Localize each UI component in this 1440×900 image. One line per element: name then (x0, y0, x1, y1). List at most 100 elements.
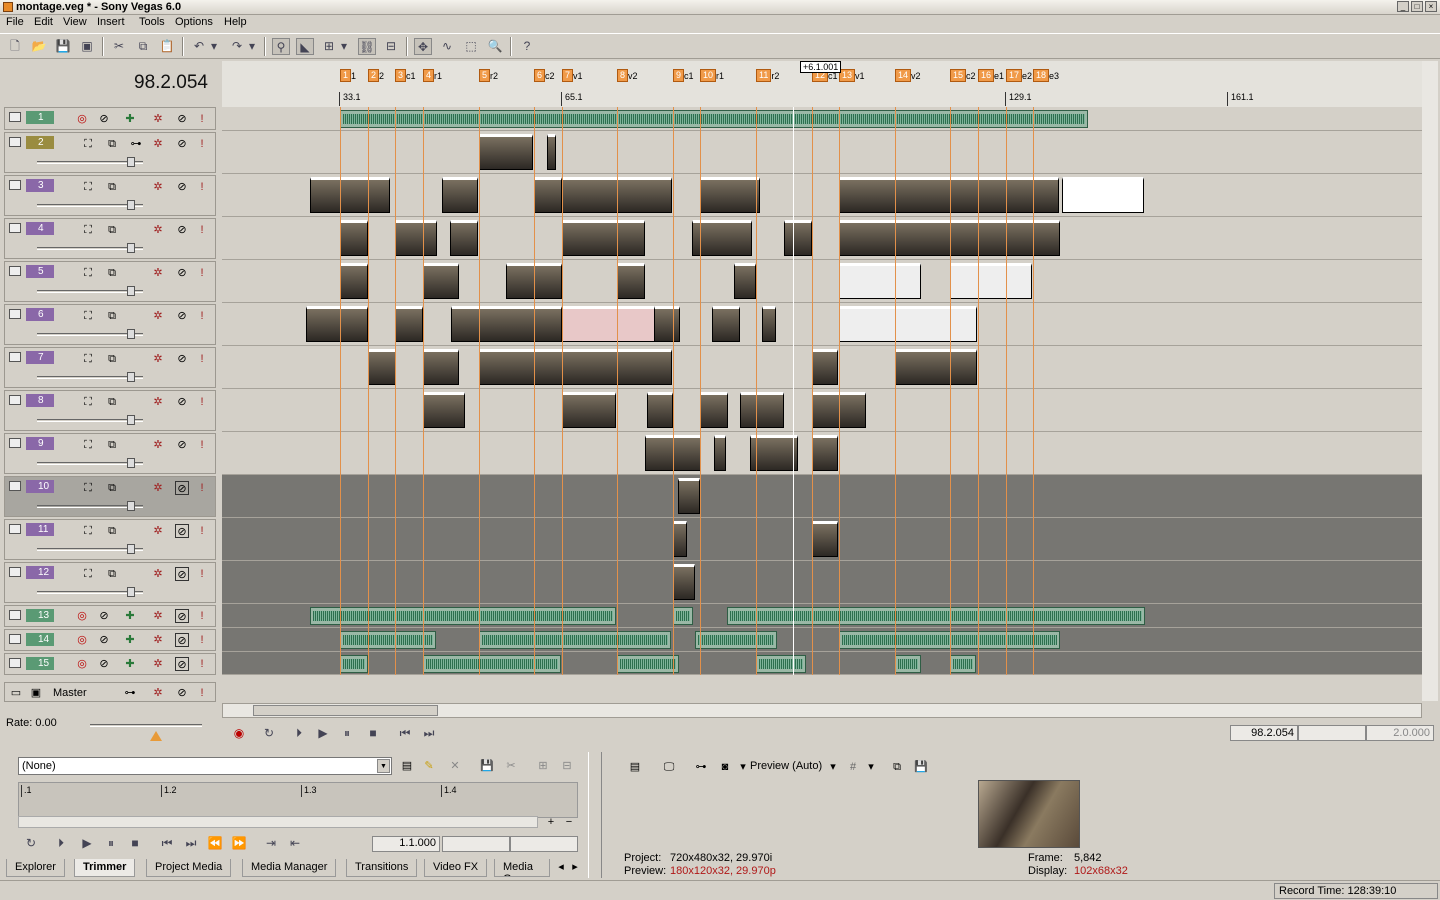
mute-icon[interactable]: ⊘ (175, 223, 189, 237)
fx-icon[interactable]: ✲ (151, 524, 165, 538)
pause-icon[interactable]: ⏸ (338, 724, 356, 742)
ripple-dropdown-icon[interactable]: ▾ (338, 38, 350, 55)
marker[interactable]: 4 r1 (423, 69, 442, 82)
ignore-grouping-icon[interactable]: ⊟ (382, 38, 400, 55)
playback-cursor[interactable] (793, 107, 794, 675)
track-collapse-icon[interactable] (9, 137, 21, 147)
video-clip[interactable] (734, 263, 756, 299)
lock-envelopes-icon[interactable]: ⛓ (358, 38, 376, 55)
video-clip[interactable] (678, 478, 700, 514)
solo-icon[interactable]: ! (195, 524, 209, 538)
video-clip[interactable] (1062, 177, 1144, 213)
pan-icon[interactable]: ✚ (123, 609, 137, 623)
split-screen-icon[interactable]: ⊶ (694, 760, 708, 774)
video-clip[interactable] (395, 220, 437, 256)
solo-icon[interactable]: ! (195, 686, 209, 700)
play-icon[interactable]: ▶ (314, 724, 332, 742)
tab-transitions[interactable]: Transitions (346, 859, 418, 877)
track-collapse-icon[interactable] (9, 395, 21, 405)
video-clip[interactable] (895, 349, 977, 385)
pan-icon[interactable]: ✚ (123, 633, 137, 647)
track-header[interactable]: 9 ⛶ ⧉ ✲ ⊘! (4, 433, 216, 474)
video-clip[interactable] (692, 220, 752, 256)
phase-invert-icon[interactable]: ⊘ (97, 657, 111, 671)
arm-record-icon[interactable]: ◎ (75, 112, 89, 126)
zoom-out-icon[interactable]: − (562, 815, 576, 829)
slider-knob[interactable] (127, 286, 135, 296)
track-header[interactable]: 4 ⛶ ⧉ ✲ ⊘! (4, 218, 216, 259)
video-clip[interactable] (647, 392, 673, 428)
video-clip[interactable] (534, 177, 562, 213)
track-collapse-icon[interactable] (9, 266, 21, 276)
selection-length-field[interactable]: 2.0.000 (1366, 725, 1434, 741)
track-motion-icon[interactable]: ⛶ (81, 524, 95, 538)
paste-icon[interactable]: 📋 (158, 38, 176, 55)
slider-knob[interactable] (127, 544, 135, 554)
fx-icon[interactable]: ✲ (151, 633, 165, 647)
phase-invert-icon[interactable]: ⊘ (97, 633, 111, 647)
track-header[interactable]: 14 ◎ ⊘ ✚ ✲ ⊘! (4, 629, 216, 651)
timecode-display[interactable]: 98.2.054 (134, 72, 208, 94)
mute-icon[interactable]: ⊘ (175, 686, 189, 700)
track-collapse-icon[interactable] (9, 352, 21, 362)
rate-slider[interactable] (90, 724, 202, 727)
slider-knob[interactable] (127, 243, 135, 253)
loop-playback-icon[interactable]: ↻ (22, 834, 40, 852)
record-icon[interactable]: ◉ (230, 724, 248, 742)
marker[interactable]: 18 e3 (1033, 69, 1059, 82)
tab-scroll-left-icon[interactable]: ◂ (554, 860, 568, 874)
chevron-down-icon[interactable]: ▾ (826, 760, 840, 774)
audio-clip[interactable] (727, 607, 1145, 625)
solo-icon[interactable]: ! (195, 223, 209, 237)
tab-media-manager[interactable]: Media Manager (242, 859, 337, 877)
marker[interactable]: 9 c1 (673, 69, 694, 82)
track-header[interactable]: 11 ⛶ ⧉ ✲ ⊘! (4, 519, 216, 560)
track-collapse-icon[interactable] (9, 524, 21, 534)
scroll-thumb[interactable] (253, 705, 438, 716)
slider-knob[interactable] (127, 329, 135, 339)
marker[interactable]: 11 r2 (756, 69, 779, 82)
new-file-icon[interactable]: 🗋 (6, 38, 24, 55)
track-header[interactable]: 10 ⛶ ⧉ ✲ ⊘! (4, 476, 216, 517)
fx-icon[interactable]: ✲ (151, 309, 165, 323)
menu-edit[interactable]: Edit (34, 16, 53, 28)
compositing-mode-icon[interactable]: ⧉ (105, 137, 119, 151)
marker[interactable]: 13 v1 (839, 69, 865, 82)
video-clip[interactable] (812, 435, 838, 471)
track-collapse-icon[interactable] (9, 438, 21, 448)
solo-icon[interactable]: ! (195, 633, 209, 647)
fx-icon[interactable]: ✲ (151, 352, 165, 366)
trimmer-ruler[interactable]: .1 1.2 1.3 1.4 (18, 782, 578, 818)
mute-icon[interactable]: ⊘ (175, 137, 189, 151)
video-clip[interactable] (714, 435, 726, 471)
mute-icon[interactable]: ⊘ (175, 395, 189, 409)
trimmer-selection-field[interactable] (442, 836, 510, 852)
mute-icon[interactable]: ⊘ (175, 633, 189, 647)
solo-icon[interactable]: ! (195, 180, 209, 194)
video-clip[interactable] (368, 349, 396, 385)
audio-clip[interactable] (340, 655, 368, 673)
audio-clip[interactable] (340, 631, 436, 649)
track-lane[interactable] (222, 131, 1422, 174)
parent-icon[interactable]: ⊶ (129, 137, 143, 151)
fx-icon[interactable]: ✲ (151, 112, 165, 126)
mute-icon[interactable]: ⊘ (175, 609, 189, 623)
track-lane[interactable] (222, 652, 1422, 675)
fx-icon[interactable]: ✲ (151, 180, 165, 194)
track-collapse-icon[interactable] (9, 481, 21, 491)
track-collapse-icon[interactable] (9, 180, 21, 190)
video-clip[interactable] (673, 521, 687, 557)
media-properties-icon[interactable]: ▤ (400, 759, 414, 773)
timeline-area[interactable] (222, 107, 1422, 675)
track-motion-icon[interactable]: ⛶ (81, 180, 95, 194)
phase-invert-icon[interactable]: ⊘ (97, 609, 111, 623)
track-lane[interactable] (222, 561, 1422, 604)
video-clip[interactable] (306, 306, 368, 342)
trimmer-media-select[interactable]: (None) ▼ (18, 757, 392, 775)
track-collapse-icon[interactable] (9, 658, 21, 668)
phase-invert-icon[interactable]: ⊘ (97, 112, 111, 126)
video-clip[interactable] (340, 220, 368, 256)
mute-icon[interactable]: ⊘ (175, 438, 189, 452)
rate-slider-thumb-icon[interactable] (150, 731, 162, 741)
auto-ripple-icon[interactable]: ⊞ (320, 38, 338, 55)
